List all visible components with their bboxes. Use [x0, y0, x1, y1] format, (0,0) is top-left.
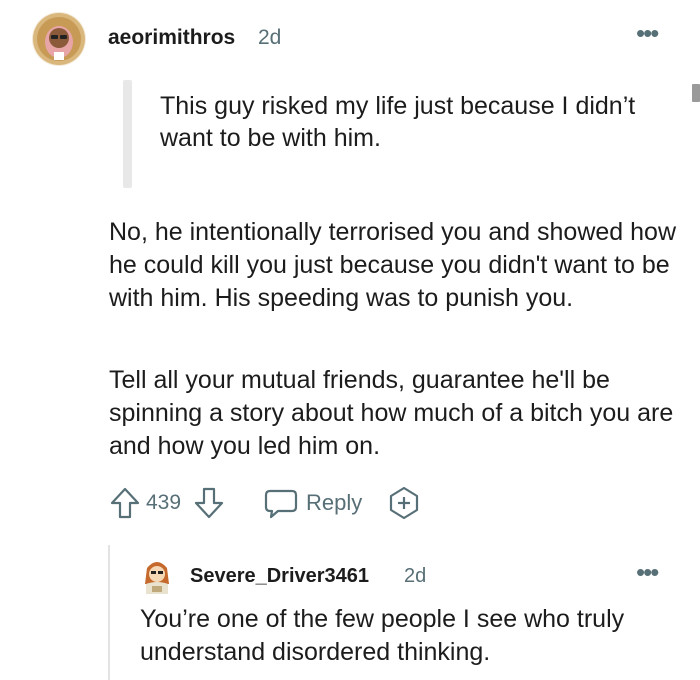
comment-actions: 439 Reply — [108, 484, 448, 522]
quoted-text: This guy risked my life just because I d… — [160, 92, 636, 152]
comment-author[interactable]: aeorimithros — [108, 26, 235, 50]
reply-avatar[interactable] — [140, 558, 174, 596]
downvote-icon — [194, 487, 224, 519]
award-button[interactable] — [386, 486, 422, 520]
award-plus-icon — [389, 486, 419, 520]
comment-paragraph: Tell all your mutual friends, guarantee … — [109, 366, 674, 460]
reply-button[interactable]: Reply — [264, 486, 362, 520]
thread-line[interactable] — [108, 545, 110, 680]
scrollbar-thumb[interactable] — [692, 84, 700, 102]
reply-label: Reply — [306, 490, 363, 515]
reply-more-options-icon[interactable]: ••• — [636, 559, 659, 585]
reply-author[interactable]: Severe_Driver3461 — [190, 565, 369, 588]
quote-bar — [123, 80, 132, 188]
upvote-button[interactable] — [108, 486, 142, 520]
comment-paragraph: No, he intentionally terrorised you and … — [109, 218, 677, 312]
reply-text: You’re one of the few people I see who t… — [140, 605, 625, 666]
speech-bubble-icon — [264, 489, 298, 519]
more-options-icon[interactable]: ••• — [636, 20, 659, 46]
comment-timestamp: 2d — [258, 26, 282, 49]
reply-timestamp: 2d — [404, 565, 427, 587]
avatar-image — [33, 13, 85, 65]
reply-avatar-image — [145, 562, 169, 594]
upvote-icon — [110, 487, 140, 519]
avatar[interactable] — [32, 12, 86, 66]
downvote-button[interactable] — [192, 486, 226, 520]
vote-score: 439 — [146, 491, 182, 514]
